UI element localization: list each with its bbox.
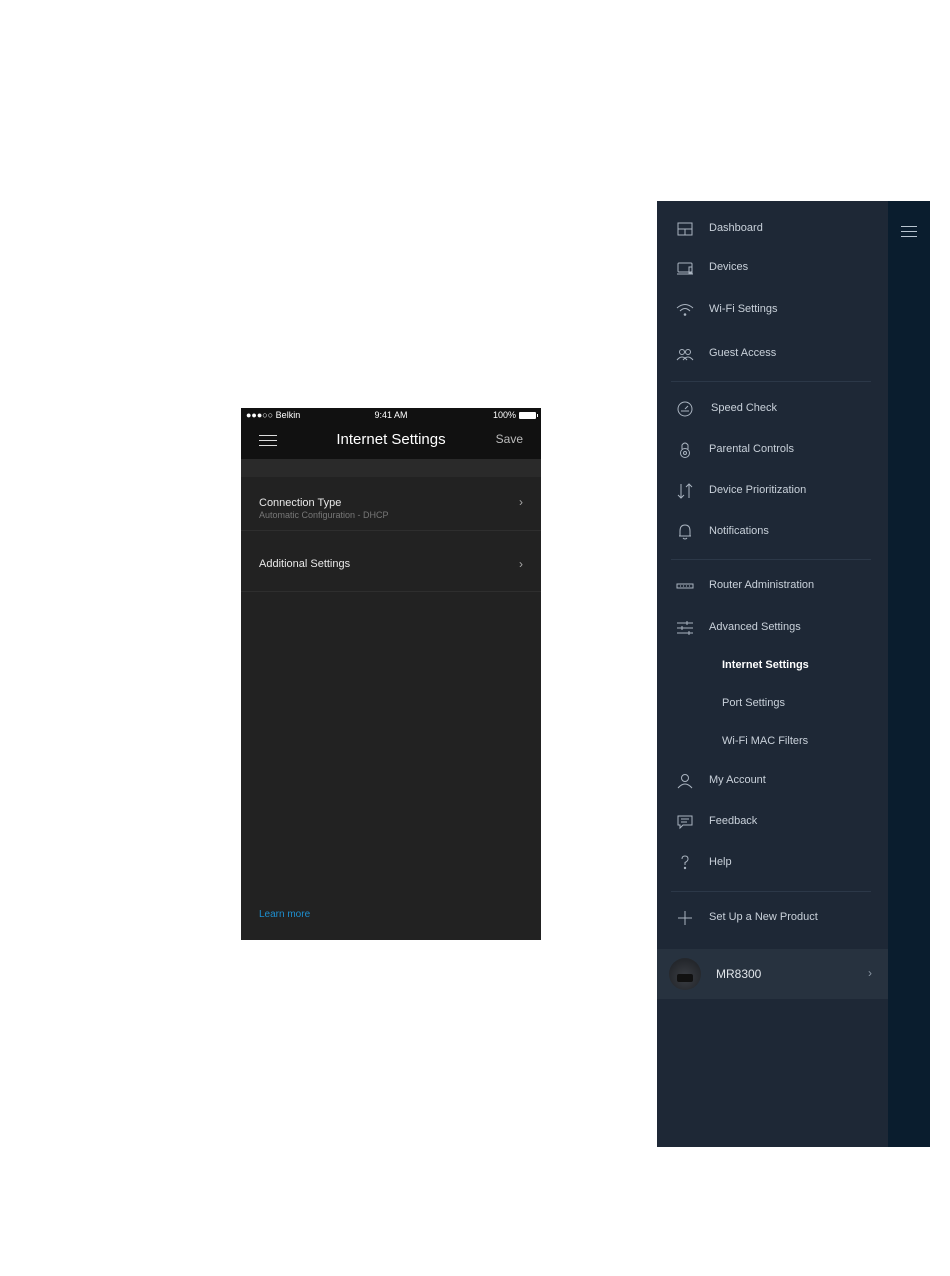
lock-icon [675, 440, 695, 460]
battery-indicator: 100% [492, 408, 538, 423]
chevron-right-icon: › [519, 495, 523, 509]
devices-icon [675, 258, 695, 278]
plus-icon [675, 908, 695, 928]
battery-icon [519, 412, 538, 419]
menu-label: Feedback [709, 815, 758, 827]
menu-item-help[interactable]: Help [657, 848, 888, 878]
sliders-icon [675, 618, 695, 638]
menu-item-wifi-settings[interactable]: Wi-Fi Settings [657, 295, 888, 325]
priority-arrows-icon [675, 481, 695, 501]
menu-label: Notifications [709, 525, 769, 537]
router-avatar [669, 958, 701, 990]
chevron-right-icon: › [519, 557, 523, 571]
additional-settings-row[interactable]: Additional Settings › [241, 539, 541, 592]
menu-item-setup-new-product[interactable]: Set Up a New Product [657, 903, 888, 933]
status-bar: ●●●○○ Belkin 9:41 AM 100% [241, 408, 541, 423]
speedometer-icon [675, 399, 695, 419]
menu-collapse-strip [888, 201, 930, 1147]
menu-item-my-account[interactable]: My Account [657, 766, 888, 796]
menu-item-speed-check[interactable]: Speed Check [657, 394, 888, 424]
menu-item-parental-controls[interactable]: Parental Controls [657, 435, 888, 465]
menu-item-notifications[interactable]: Notifications [657, 517, 888, 547]
menu-label: Dashboard [709, 222, 763, 234]
additional-settings-label: Additional Settings [259, 558, 351, 570]
menu-item-device-prioritization[interactable]: Device Prioritization [657, 476, 888, 506]
save-button[interactable]: Save [496, 432, 523, 446]
device-name: MR8300 [716, 967, 762, 981]
menu-label: My Account [709, 774, 766, 786]
menu-item-dashboard[interactable]: Dashboard [657, 214, 888, 244]
connection-type-value: Automatic Configuration - DHCP [259, 510, 389, 520]
menu-item-feedback[interactable]: Feedback [657, 807, 888, 837]
phone-screen: ●●●○○ Belkin 9:41 AM 100% Internet Setti… [241, 408, 541, 940]
menu-divider [671, 559, 871, 560]
battery-percent: 100% [492, 410, 516, 420]
menu-item-advanced-settings[interactable]: Advanced Settings [657, 613, 888, 643]
menu-label: Speed Check [711, 402, 778, 414]
router-icon [675, 576, 695, 596]
learn-more-link[interactable]: Learn more [259, 909, 310, 920]
menu-label: Help [709, 856, 732, 868]
chevron-right-icon: › [868, 966, 872, 980]
nav-bar: Internet Settings Save [241, 423, 541, 459]
submenu-port-settings[interactable]: Port Settings [722, 697, 785, 709]
submenu-internet-settings[interactable]: Internet Settings [722, 659, 809, 671]
menu-item-devices[interactable]: Devices [657, 253, 888, 283]
menu-divider [671, 381, 871, 382]
connection-type-row[interactable]: Connection Type Automatic Configuration … [241, 478, 541, 531]
side-menu: Dashboard Devices Wi-Fi Settings Guest A… [657, 201, 888, 1147]
menu-icon[interactable] [901, 226, 917, 237]
user-icon [675, 771, 695, 791]
menu-label: Wi-Fi Settings [709, 303, 778, 315]
menu-label: Guest Access [709, 347, 777, 359]
menu-label: Advanced Settings [709, 621, 801, 633]
wifi-icon [675, 300, 695, 320]
bell-icon [675, 522, 695, 542]
menu-item-router-administration[interactable]: Router Administration [657, 571, 888, 601]
menu-item-guest-access[interactable]: Guest Access [657, 339, 888, 369]
section-spacer [241, 459, 541, 477]
menu-divider [671, 891, 871, 892]
chat-icon [675, 812, 695, 832]
menu-label: Parental Controls [709, 443, 794, 455]
submenu-wifi-mac-filters[interactable]: Wi-Fi MAC Filters [722, 735, 808, 747]
dashboard-icon [675, 219, 695, 239]
menu-label: Set Up a New Product [709, 911, 818, 923]
connection-type-label: Connection Type [259, 497, 342, 509]
guest-icon [675, 344, 695, 364]
device-row-mr8300[interactable]: MR8300 › [657, 949, 888, 999]
question-icon [675, 853, 695, 873]
menu-label: Devices [709, 261, 749, 273]
menu-label: Router Administration [709, 579, 815, 591]
menu-label: Device Prioritization [709, 484, 807, 496]
